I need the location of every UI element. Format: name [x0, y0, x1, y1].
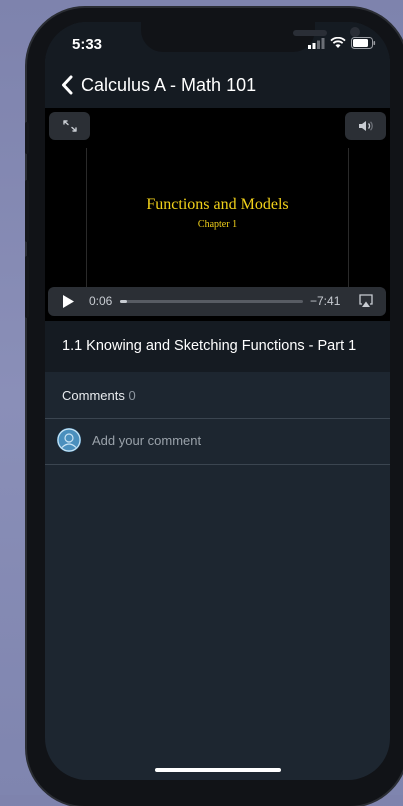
signal-icon: [308, 37, 325, 49]
slide-edge-right: [348, 148, 349, 288]
video-player[interactable]: Functions and Models Chapter 1 0:06 −7:4…: [45, 108, 390, 321]
lecture-title: 1.1 Knowing and Sketching Functions - Pa…: [62, 338, 357, 354]
comments-count: 0: [128, 388, 136, 403]
comments-label: Comments 0: [62, 388, 136, 403]
chevron-left-icon: [62, 75, 73, 95]
lecture-title-bar: 1.1 Knowing and Sketching Functions - Pa…: [45, 321, 390, 372]
play-button[interactable]: [62, 294, 75, 314]
play-icon: [63, 295, 74, 308]
battery-icon: [351, 37, 376, 49]
front-camera: [350, 27, 360, 37]
add-comment-input[interactable]: Add your comment: [92, 433, 201, 448]
airplay-button[interactable]: [359, 294, 373, 313]
nav-header: Calculus A - Math 101: [45, 62, 390, 108]
airplay-icon: [359, 294, 373, 307]
wifi-icon: [330, 37, 346, 48]
slide-title: Functions and Models: [146, 196, 289, 213]
volume-up-button: [25, 180, 29, 242]
avatar: [57, 428, 81, 452]
status-time: 5:33: [72, 36, 103, 53]
status-icons: [308, 37, 376, 49]
slide-edge-left: [86, 148, 87, 288]
progress-fill: [120, 300, 128, 303]
slide-subtitle: Chapter 1: [197, 219, 238, 230]
earpiece: [293, 30, 327, 36]
silent-switch: [25, 122, 29, 154]
fullscreen-button[interactable]: [49, 112, 90, 140]
volume-down-button: [25, 256, 29, 318]
expand-icon: [62, 120, 77, 132]
add-comment-row[interactable]: Add your comment: [45, 419, 390, 465]
status-bar: 5:33: [45, 22, 390, 62]
page-title: Calculus A - Math 101: [81, 74, 257, 95]
home-indicator[interactable]: [155, 768, 281, 772]
notch: [141, 22, 360, 52]
comments-label-text: Comments: [62, 388, 125, 403]
speaker-icon: [358, 121, 373, 131]
phone-screen: 5:33 Calculus A - Math 101 Functions and…: [45, 22, 390, 780]
remaining-time: −7:41: [310, 294, 341, 308]
user-icon: [57, 428, 81, 452]
volume-button[interactable]: [345, 112, 386, 140]
comments-header: Comments 0: [45, 372, 390, 419]
back-button[interactable]: [55, 62, 79, 108]
elapsed-time: 0:06: [89, 294, 113, 308]
progress-bar[interactable]: [120, 300, 303, 303]
playback-controls: 0:06 −7:41: [48, 287, 386, 316]
